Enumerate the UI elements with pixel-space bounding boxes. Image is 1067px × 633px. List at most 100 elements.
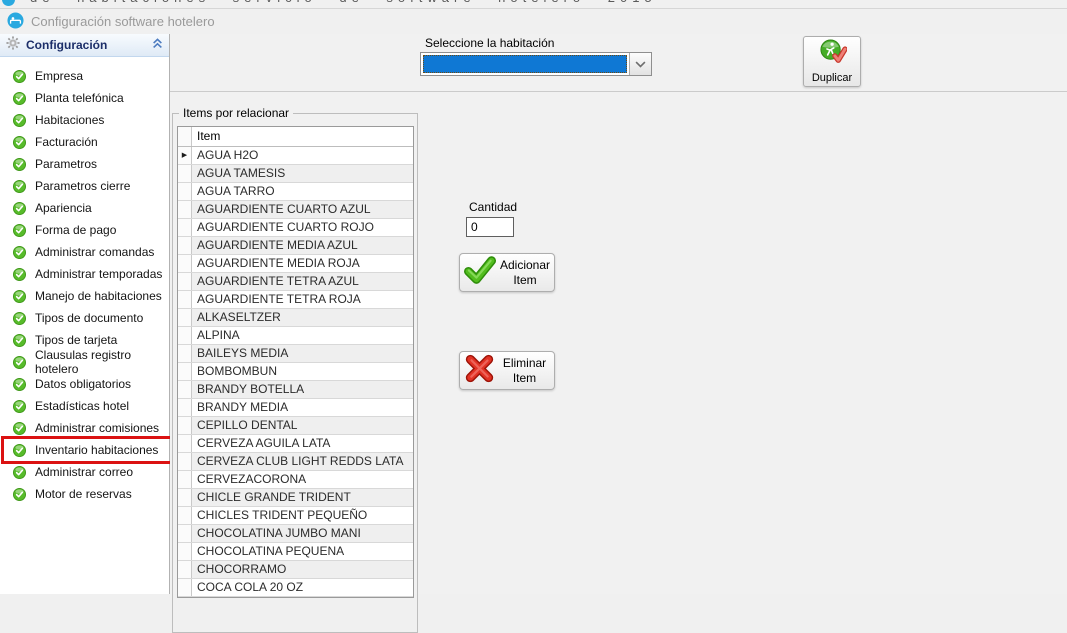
row-selector[interactable] <box>178 489 192 506</box>
row-selector[interactable] <box>178 381 192 398</box>
row-selector[interactable] <box>178 273 192 290</box>
item-cell: ALKASELTZER <box>192 309 413 326</box>
item-cell: BOMBOMBUN <box>192 363 413 380</box>
row-selector[interactable] <box>178 579 192 596</box>
sidebar-item-manejo-de-habitaciones[interactable]: Manejo de habitaciones <box>0 285 169 307</box>
row-selector[interactable] <box>178 237 192 254</box>
sidebar-item-estadisticas-hotel[interactable]: Estadísticas hotel <box>0 395 169 417</box>
row-selector[interactable] <box>178 399 192 416</box>
room-combobox[interactable] <box>420 52 652 76</box>
row-selector[interactable] <box>178 363 192 380</box>
row-selector[interactable] <box>178 327 192 344</box>
table-row[interactable]: AGUARDIENTE TETRA AZUL <box>178 273 413 291</box>
row-selector[interactable] <box>178 435 192 452</box>
table-row[interactable]: CERVEZACORONA <box>178 471 413 489</box>
row-selector[interactable] <box>178 165 192 182</box>
row-selector[interactable] <box>178 291 192 308</box>
table-row[interactable]: AGUARDIENTE CUARTO ROJO <box>178 219 413 237</box>
sidebar-item-label: Parametros cierre <box>35 179 130 193</box>
quantity-input[interactable] <box>466 217 514 237</box>
table-row[interactable]: AGUA TAMESIS <box>178 165 413 183</box>
row-selector[interactable] <box>178 507 192 524</box>
table-row[interactable]: AGUARDIENTE MEDIA ROJA <box>178 255 413 273</box>
row-selector[interactable]: ▶ <box>178 147 192 164</box>
sidebar-item-parametros[interactable]: Parametros <box>0 153 169 175</box>
duplicate-button[interactable]: Duplicar <box>803 36 861 87</box>
sidebar-item-facturacion[interactable]: Facturación <box>0 131 169 153</box>
row-selector[interactable] <box>178 201 192 218</box>
table-row[interactable]: ALPINA <box>178 327 413 345</box>
row-selector[interactable] <box>178 543 192 560</box>
row-selector[interactable] <box>178 219 192 236</box>
check-circle-icon <box>13 114 26 127</box>
row-selector[interactable] <box>178 417 192 434</box>
table-row[interactable]: AGUA TARRO <box>178 183 413 201</box>
add-item-button-label: Adicionar Item <box>500 258 550 288</box>
check-circle-icon <box>13 268 26 281</box>
sidebar-item-apariencia[interactable]: Apariencia <box>0 197 169 219</box>
row-selector[interactable] <box>178 345 192 362</box>
sidebar-item-motor-de-reservas[interactable]: Motor de reservas <box>0 483 169 505</box>
sidebar-item-administrar-comandas[interactable]: Administrar comandas <box>0 241 169 263</box>
table-row[interactable]: CEPILLO DENTAL <box>178 417 413 435</box>
row-selector[interactable] <box>178 183 192 200</box>
items-groupbox-title: Items por relacionar <box>179 106 293 120</box>
table-row[interactable]: AGUARDIENTE MEDIA AZUL <box>178 237 413 255</box>
delete-item-button[interactable]: Eliminar Item <box>459 351 555 390</box>
room-combobox-value[interactable] <box>423 55 627 73</box>
gear-icon <box>6 36 20 55</box>
sidebar-item-administrar-correo[interactable]: Administrar correo <box>0 461 169 483</box>
item-cell: COCA COLA 20 OZ <box>192 579 413 596</box>
sidebar-item-clausulas-registro-hotelero[interactable]: Clausulas registro hotelero <box>0 351 169 373</box>
room-combobox-dropdown-button[interactable] <box>629 53 651 75</box>
table-row[interactable]: ALKASELTZER <box>178 309 413 327</box>
check-circle-icon <box>13 136 26 149</box>
hotel-app-icon <box>7 12 24 34</box>
table-row[interactable]: CHOCOLATINA PEQUENA <box>178 543 413 561</box>
sidebar-item-parametros-cierre[interactable]: Parametros cierre <box>0 175 169 197</box>
table-row[interactable]: CHICLES TRIDENT PEQUEÑO <box>178 507 413 525</box>
table-row[interactable]: BRANDY BOTELLA <box>178 381 413 399</box>
add-item-button[interactable]: Adicionar Item <box>459 253 555 292</box>
row-selector[interactable] <box>178 309 192 326</box>
table-row[interactable]: CHOCOLATINA JUMBO MANI <box>178 525 413 543</box>
sidebar-item-administrar-temporadas[interactable]: Administrar temporadas <box>0 263 169 285</box>
title-bar: Configuración software hotelero <box>0 9 1067 35</box>
item-cell: AGUARDIENTE TETRA AZUL <box>192 273 413 290</box>
table-row[interactable]: ▶AGUA H2O <box>178 147 413 165</box>
table-row[interactable]: COCA COLA 20 OZ <box>178 579 413 597</box>
check-circle-icon <box>13 400 26 413</box>
sidebar-item-inventario-habitaciones[interactable]: Inventario habitaciones <box>0 439 169 461</box>
sidebar-item-planta-telefonica[interactable]: Planta telefónica <box>0 87 169 109</box>
collapse-chevrons-icon[interactable] <box>152 36 163 54</box>
item-cell: CHOCORRAMO <box>192 561 413 578</box>
sidebar-item-label: Administrar correo <box>35 465 133 479</box>
sidebar-item-forma-de-pago[interactable]: Forma de pago <box>0 219 169 241</box>
table-row[interactable]: CHICLE GRANDE TRIDENT <box>178 489 413 507</box>
sidebar-item-datos-obligatorios[interactable]: Datos obligatorios <box>0 373 169 395</box>
row-selector[interactable] <box>178 453 192 470</box>
row-selector[interactable] <box>178 471 192 488</box>
table-row[interactable]: CERVEZA CLUB LIGHT REDDS LATA <box>178 453 413 471</box>
sidebar-item-empresa[interactable]: Empresa <box>0 65 169 87</box>
table-row[interactable]: AGUARDIENTE TETRA ROJA <box>178 291 413 309</box>
table-row[interactable]: BAILEYS MEDIA <box>178 345 413 363</box>
sidebar-item-label: Administrar comandas <box>35 245 154 259</box>
green-check-icon <box>464 256 496 290</box>
sidebar-item-label: Empresa <box>35 69 83 83</box>
table-row[interactable]: AGUARDIENTE CUARTO AZUL <box>178 201 413 219</box>
row-selector[interactable] <box>178 525 192 542</box>
sidebar-item-tipos-de-documento[interactable]: Tipos de documento <box>0 307 169 329</box>
items-table[interactable]: Item ▶AGUA H2OAGUA TAMESISAGUA TARROAGUA… <box>177 126 414 598</box>
table-row[interactable]: BRANDY MEDIA <box>178 399 413 417</box>
sidebar-item-label: Administrar temporadas <box>35 267 162 281</box>
row-selector[interactable] <box>178 255 192 272</box>
table-row[interactable]: CHOCORRAMO <box>178 561 413 579</box>
table-row[interactable]: BOMBOMBUN <box>178 363 413 381</box>
table-row[interactable]: CERVEZA AGUILA LATA <box>178 435 413 453</box>
sidebar-item-administrar-comisiones[interactable]: Administrar comisiones <box>0 417 169 439</box>
sidebar-item-habitaciones[interactable]: Habitaciones <box>0 109 169 131</box>
sidebar-item-label: Habitaciones <box>35 113 104 127</box>
duplicate-runner-check-icon <box>818 39 847 71</box>
row-selector[interactable] <box>178 561 192 578</box>
